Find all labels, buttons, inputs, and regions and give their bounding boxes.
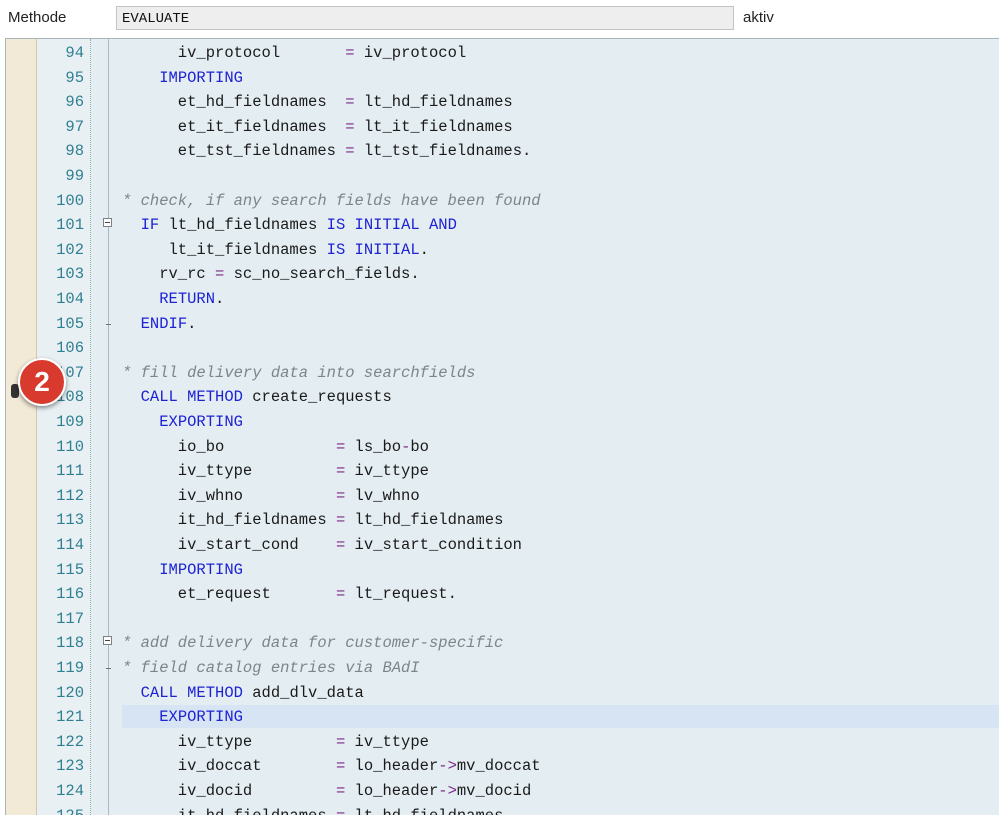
code-line[interactable]: 122 iv_ttype = iv_ttype bbox=[6, 729, 999, 754]
fold-collapse-icon[interactable] bbox=[103, 636, 112, 646]
code-text[interactable]: iv_whno = lv_whno bbox=[122, 487, 420, 505]
code-text[interactable]: iv_start_cond = iv_start_condition bbox=[122, 536, 522, 554]
code-text[interactable]: it_hd_fieldnames = lt_hd_fieldnames bbox=[122, 511, 504, 529]
code-text[interactable]: rv_rc = sc_no_search_fields. bbox=[122, 265, 419, 283]
code-line[interactable]: 104 RETURN. bbox=[6, 286, 999, 311]
code-text[interactable]: iv_ttype = iv_ttype bbox=[122, 462, 429, 480]
line-number: 94 bbox=[65, 44, 84, 62]
code-line[interactable]: 118 * add delivery data for customer-spec… bbox=[6, 630, 999, 655]
line-number: 106 bbox=[56, 339, 84, 358]
code-line[interactable]: 120 CALL METHOD add_dlv_data bbox=[6, 680, 999, 705]
code-line[interactable]: 103 rv_rc = sc_no_search_fields. bbox=[6, 261, 999, 286]
code-text[interactable]: EXPORTING bbox=[122, 708, 243, 726]
code-line[interactable]: 114 iv_start_cond = iv_start_condition bbox=[6, 532, 999, 557]
code-line[interactable]: 110 io_bo = ls_bo-bo bbox=[6, 434, 999, 459]
line-number: 103 bbox=[56, 265, 84, 284]
line-number: 101 bbox=[56, 216, 84, 235]
line-number: 98 bbox=[65, 142, 84, 161]
code-line[interactable]: 124 iv_docid = lo_header->mv_docid bbox=[6, 778, 999, 803]
line-number: 110 bbox=[56, 437, 84, 456]
code-text[interactable]: iv_docid = lo_header->mv_docid bbox=[122, 782, 532, 800]
line-number: 102 bbox=[56, 240, 84, 259]
code-line[interactable]: 116 et_request = lt_request. bbox=[6, 581, 999, 606]
code-line[interactable]: 102 lt_it_fieldnames IS INITIAL. bbox=[6, 237, 999, 262]
code-line[interactable]: 105 ENDIF. bbox=[6, 311, 999, 336]
code-line[interactable]: 101 IF lt_hd_fieldnames IS INITIAL AND bbox=[6, 212, 999, 237]
code-text[interactable]: lt_it_fieldnames IS INITIAL. bbox=[122, 241, 429, 259]
code-line[interactable]: 113 it_hd_fieldnames = lt_hd_fieldnames bbox=[6, 507, 999, 532]
code-text[interactable]: et_it_fieldnames = lt_it_fieldnames bbox=[122, 118, 513, 136]
code-line[interactable]: 94 iv_protocol = iv_protocol bbox=[6, 40, 999, 65]
code-editor[interactable]: 94 iv_protocol = iv_protocol 95 IMPORTING… bbox=[5, 38, 999, 815]
line-number: 117 bbox=[56, 609, 84, 628]
code-text[interactable]: * add delivery data for customer-specifi… bbox=[122, 634, 503, 652]
code-text[interactable]: et_hd_fieldnames = lt_hd_fieldnames bbox=[122, 93, 513, 111]
code-line[interactable]: 106 bbox=[6, 335, 999, 360]
code-line[interactable]: 111 iv_ttype = iv_ttype bbox=[6, 458, 999, 483]
fold-end-marker bbox=[106, 323, 111, 325]
line-number: 111 bbox=[56, 462, 84, 481]
line-number: 97 bbox=[65, 117, 84, 136]
line-number: 99 bbox=[65, 167, 84, 185]
code-text[interactable]: iv_protocol = iv_protocol bbox=[122, 44, 466, 62]
code-text[interactable]: iv_ttype = iv_ttype bbox=[122, 733, 429, 751]
method-label: Methode bbox=[8, 9, 67, 26]
line-number: 121 bbox=[56, 708, 84, 727]
code-text[interactable]: IF lt_hd_fieldnames IS INITIAL AND bbox=[122, 216, 457, 234]
code-text[interactable]: RETURN. bbox=[122, 290, 224, 308]
code-line[interactable]: 115 IMPORTING bbox=[6, 557, 999, 582]
code-text[interactable]: IMPORTING bbox=[122, 69, 243, 87]
code-line[interactable]: 107 * fill delivery data into searchfield… bbox=[6, 360, 999, 385]
code-text[interactable]: et_request = lt_request. bbox=[122, 585, 457, 603]
code-text[interactable]: IMPORTING bbox=[122, 561, 243, 579]
code-line[interactable]: 97 et_it_fieldnames = lt_it_fieldnames bbox=[6, 114, 999, 139]
code-line[interactable]: 96 et_hd_fieldnames = lt_hd_fieldnames bbox=[6, 89, 999, 114]
line-number: 95 bbox=[65, 68, 84, 87]
code-text[interactable]: CALL METHOD create_requests bbox=[122, 388, 392, 406]
line-number: 96 bbox=[65, 93, 84, 112]
line-number: 115 bbox=[56, 560, 84, 579]
code-text[interactable]: CALL METHOD add_dlv_data bbox=[122, 684, 364, 702]
code-line[interactable]: 119 * field catalog entries via BAdI bbox=[6, 655, 999, 680]
line-number: 122 bbox=[56, 732, 84, 751]
code-line[interactable]: 123 iv_doccat = lo_header->mv_doccat bbox=[6, 753, 999, 778]
code-line[interactable]: 121 EXPORTING bbox=[6, 704, 999, 729]
line-number: 104 bbox=[56, 290, 84, 308]
code-text[interactable]: ENDIF. bbox=[122, 315, 197, 333]
code-text[interactable]: io_bo = ls_bo-bo bbox=[122, 438, 429, 456]
code-line[interactable]: 98 et_tst_fieldnames = lt_tst_fieldnames… bbox=[6, 138, 999, 163]
line-number: 118 bbox=[56, 634, 84, 653]
code-line[interactable]: 112 iv_whno = lv_whno bbox=[6, 483, 999, 508]
line-number: 116 bbox=[56, 585, 84, 604]
code-text[interactable]: et_tst_fieldnames = lt_tst_fieldnames. bbox=[122, 142, 532, 160]
code-text[interactable]: * field catalog entries via BAdI bbox=[122, 659, 420, 677]
fold-collapse-icon[interactable] bbox=[103, 218, 112, 228]
line-number: 119 bbox=[56, 659, 84, 677]
line-number: 109 bbox=[56, 413, 84, 431]
code-text[interactable]: iv_doccat = lo_header->mv_doccat bbox=[122, 757, 541, 775]
code-line[interactable]: 109 EXPORTING bbox=[6, 409, 999, 434]
code-line[interactable]: 100 * check, if any search fields have be… bbox=[6, 188, 999, 213]
code-text[interactable]: EXPORTING bbox=[122, 413, 243, 431]
fold-end-marker bbox=[106, 668, 111, 669]
step-badge: 2 bbox=[18, 358, 66, 406]
line-number: 123 bbox=[56, 757, 84, 776]
current-line-highlight bbox=[122, 705, 999, 728]
method-status: aktiv bbox=[743, 9, 774, 26]
code-text[interactable]: * check, if any search fields have been … bbox=[122, 192, 541, 210]
line-number: 120 bbox=[56, 683, 84, 702]
line-number: 112 bbox=[56, 486, 84, 505]
line-number: 100 bbox=[56, 191, 84, 210]
method-name-field[interactable]: EVALUATE bbox=[116, 6, 734, 30]
line-number: 113 bbox=[56, 511, 84, 530]
code-line[interactable]: 117 bbox=[6, 606, 999, 631]
code-text[interactable]: * fill delivery data into searchfields bbox=[122, 364, 475, 382]
code-line[interactable]: 125 it_hd_fieldnames = lt_hd_fieldnames bbox=[6, 803, 999, 815]
line-number: 124 bbox=[56, 782, 84, 800]
code-line[interactable]: 95 IMPORTING bbox=[6, 65, 999, 90]
line-number: 114 bbox=[56, 536, 84, 554]
line-number: 105 bbox=[56, 314, 84, 333]
code-line[interactable]: 108 CALL METHOD create_requests bbox=[6, 384, 999, 409]
code-line[interactable]: 99 bbox=[6, 163, 999, 188]
